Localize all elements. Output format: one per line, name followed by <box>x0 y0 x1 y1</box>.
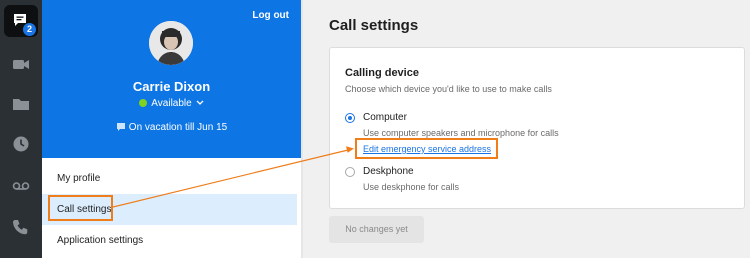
menu-item-my-profile[interactable]: My profile <box>42 163 297 194</box>
panel-divider <box>301 0 303 258</box>
video-icon[interactable] <box>12 55 30 73</box>
card-subtitle: Choose which device you'd like to use to… <box>345 84 552 94</box>
vacation-label: On vacation till Jun 15 <box>128 122 228 133</box>
user-name: Carrie Dixon <box>132 79 211 94</box>
status-label: Available <box>151 98 192 109</box>
no-changes-button: No changes yet <box>329 216 424 243</box>
chevron-down-icon <box>196 100 204 105</box>
folder-icon[interactable] <box>12 95 30 113</box>
computer-option-label[interactable]: Computer <box>363 112 407 123</box>
call-settings-icon[interactable] <box>12 218 30 236</box>
unread-count-badge: 2 <box>23 23 36 36</box>
app-rail: 2 <box>0 0 42 258</box>
deskphone-radio[interactable] <box>345 167 355 177</box>
clock-icon[interactable] <box>12 135 30 153</box>
emergency-link-highlight <box>355 138 498 159</box>
computer-radio[interactable] <box>345 113 355 123</box>
speech-bubble-icon <box>116 123 125 131</box>
avatar[interactable] <box>149 21 193 65</box>
status-selector[interactable]: Available <box>42 98 301 109</box>
page-title: Call settings <box>329 17 419 34</box>
menu-item-application-settings[interactable]: Application settings <box>42 225 297 256</box>
avatar-photo <box>149 21 193 65</box>
vacation-message[interactable]: On vacation till Jun 15 <box>42 122 301 133</box>
available-status-dot <box>139 99 148 107</box>
voicemail-icon[interactable] <box>12 177 30 195</box>
deskphone-option-label[interactable]: Deskphone <box>363 166 414 177</box>
messages-app-button[interactable]: 2 <box>4 5 38 37</box>
profile-header: Log out Carrie Dixon Available On vacati… <box>42 0 301 158</box>
logout-link[interactable]: Log out <box>252 10 289 21</box>
computer-option-description: Use computer speakers and microphone for… <box>363 128 559 138</box>
card-title: Calling device <box>345 67 419 79</box>
deskphone-option-description: Use deskphone for calls <box>363 182 460 192</box>
calling-device-card: Calling device Choose which device you'd… <box>329 47 745 209</box>
call-settings-highlight <box>48 195 113 221</box>
